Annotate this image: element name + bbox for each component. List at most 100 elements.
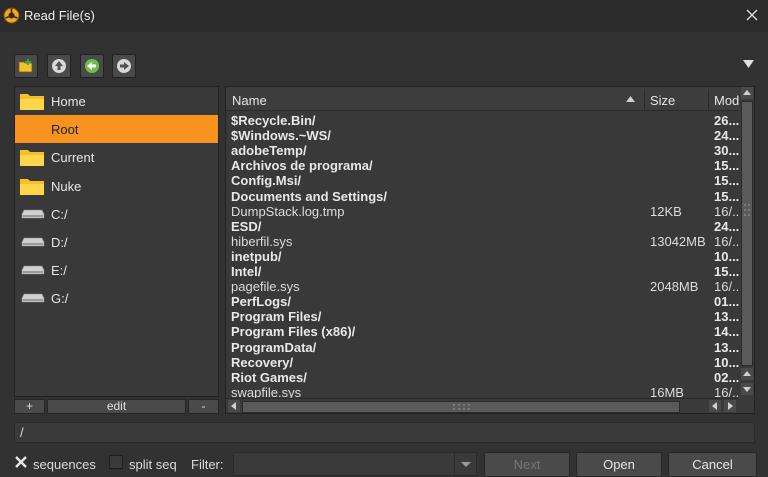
file-name-cell: $Recycle.Bin/ [231, 113, 316, 128]
add-favorite-button[interactable]: + [14, 399, 45, 414]
table-row[interactable]: ProgramData/13... [226, 340, 740, 355]
file-size-cell: 13042MB [650, 233, 706, 249]
close-icon[interactable] [736, 0, 768, 32]
table-row[interactable]: hiberfil.sys 13042MB 16/... [226, 233, 743, 249]
file-name-cell: Recovery/ [231, 354, 294, 370]
file-modified-cell: 14... [714, 324, 740, 340]
sidebar-item-label: Current [51, 150, 95, 165]
up-arrow-icon [52, 59, 66, 73]
file-name-cell: pagefile.sys [231, 279, 300, 295]
sidebar-item-label: Root [51, 122, 79, 137]
next-button[interactable]: Next [484, 452, 570, 477]
new-folder-button[interactable] [14, 54, 38, 78]
scroll-up-icon[interactable] [741, 368, 753, 380]
grip-icon [453, 404, 470, 410]
vertical-scrollbar[interactable] [739, 87, 754, 413]
table-row[interactable]: pagefile.sys 2048MB 16/... [226, 279, 743, 295]
column-header-name[interactable]: Name [232, 93, 267, 108]
sidebar-item-label: G:/ [51, 291, 69, 306]
column-separator[interactable] [644, 89, 645, 109]
file-name-cell: inetpub/ [231, 248, 282, 264]
forward-button[interactable] [112, 54, 136, 78]
sequences-checkbox[interactable] [14, 455, 28, 469]
back-arrow-icon [85, 59, 99, 73]
sidebar-item-label: E:/ [51, 263, 67, 278]
table-row[interactable]: Config.Msi/15... [226, 173, 740, 188]
toolbar-menu-arrow-icon[interactable] [743, 60, 754, 68]
new-folder-icon [18, 59, 33, 73]
drive-icon [21, 237, 45, 247]
table-row[interactable]: DumpStack.log.tmp 12KB 16/... [226, 204, 743, 219]
sidebar-item-label: Nuke [51, 179, 82, 194]
sidebar-item-nuke[interactable]: Nuke [15, 172, 218, 200]
file-name-cell: $Windows.~WS/ [231, 128, 331, 144]
table-row[interactable]: $Windows.~WS/24... [226, 128, 740, 143]
horizontal-scrollbar[interactable] [226, 398, 739, 413]
sidebar-item-drive-d[interactable]: D:/ [15, 228, 218, 256]
file-modified-cell: 02... [714, 369, 740, 385]
file-modified-cell: 30... [714, 143, 740, 159]
file-name-cell: ProgramData/ [231, 339, 317, 355]
table-row[interactable]: Documents and Settings/15... [226, 189, 740, 204]
column-header-modified[interactable]: Modi [714, 93, 742, 108]
horizontal-scroll-thumb[interactable] [242, 401, 680, 413]
back-button[interactable] [80, 54, 104, 78]
file-modified-cell: 15... [714, 264, 740, 279]
scroll-left-icon[interactable] [228, 400, 240, 412]
sidebar-item-label: D:/ [51, 235, 68, 250]
table-row[interactable]: inetpub/10... [226, 249, 740, 264]
folder-icon [20, 94, 44, 110]
file-name-cell: PerfLogs/ [231, 294, 291, 310]
file-size-cell: 2048MB [650, 279, 699, 295]
file-modified-cell: 24... [714, 218, 740, 234]
table-row[interactable]: Program Files/13... [226, 309, 740, 324]
remove-favorite-button[interactable]: - [188, 399, 219, 414]
table-row[interactable]: Intel/15... [226, 264, 740, 279]
file-modified-cell: 15... [714, 158, 740, 174]
up-directory-button[interactable] [47, 54, 71, 78]
scroll-up-icon[interactable] [741, 87, 753, 99]
edit-favorite-button[interactable]: edit [47, 399, 186, 414]
sidebar-item-current[interactable]: Current [15, 143, 218, 171]
table-row[interactable]: adobeTemp/30... [226, 143, 740, 158]
window-title: Read File(s) [24, 8, 95, 23]
sidebar-item-home[interactable]: Home [15, 87, 218, 115]
table-row[interactable]: $Recycle.Bin/26... [226, 113, 740, 128]
sidebar-item-root[interactable]: Root [15, 115, 218, 143]
scroll-down-icon[interactable] [741, 383, 753, 395]
table-row[interactable]: ESD/24... [226, 219, 740, 234]
table-row[interactable]: Riot Games/02... [226, 370, 740, 385]
nuke-app-icon [3, 7, 20, 24]
sidebar-item-drive-e[interactable]: E:/ [15, 256, 218, 284]
file-name-cell: Documents and Settings/ [231, 188, 388, 204]
file-modified-cell: 15... [714, 188, 740, 204]
table-row[interactable]: Program Files (x86)/ 14... [226, 324, 740, 339]
filter-label: Filter: [191, 457, 224, 472]
table-row[interactable]: Recovery/10... [226, 355, 740, 370]
table-row[interactable]: Archivos de programa/15... [226, 158, 740, 173]
forward-arrow-icon [117, 59, 131, 73]
sidebar-item-drive-g[interactable]: G:/ [15, 284, 218, 312]
sidebar-item-label: C:/ [51, 207, 68, 222]
file-modified-cell: 10... [714, 354, 740, 370]
path-input[interactable]: / [14, 422, 755, 443]
split-seq-checkbox[interactable] [109, 455, 123, 469]
filter-dropdown-button[interactable] [454, 453, 476, 475]
open-button[interactable]: Open [576, 452, 662, 477]
sidebar-item-drive-c[interactable]: C:/ [15, 200, 218, 228]
cancel-button[interactable]: Cancel [668, 452, 757, 477]
scroll-left-icon[interactable] [709, 400, 721, 412]
column-separator[interactable] [708, 89, 709, 109]
table-row[interactable]: PerfLogs/01... [226, 294, 740, 309]
scroll-right-icon[interactable] [724, 400, 736, 412]
filter-combobox[interactable] [233, 452, 477, 476]
file-name-cell: Archivos de programa/ [231, 158, 373, 174]
vertical-scroll-thumb[interactable] [741, 101, 753, 366]
column-header-size[interactable]: Size [650, 93, 675, 108]
drive-icon [21, 293, 45, 303]
file-modified-cell: 24... [714, 128, 740, 144]
grip-icon [744, 204, 750, 216]
file-modified-cell: 26... [714, 113, 740, 128]
file-modified-cell: 15... [714, 173, 740, 189]
drive-icon [21, 209, 45, 219]
